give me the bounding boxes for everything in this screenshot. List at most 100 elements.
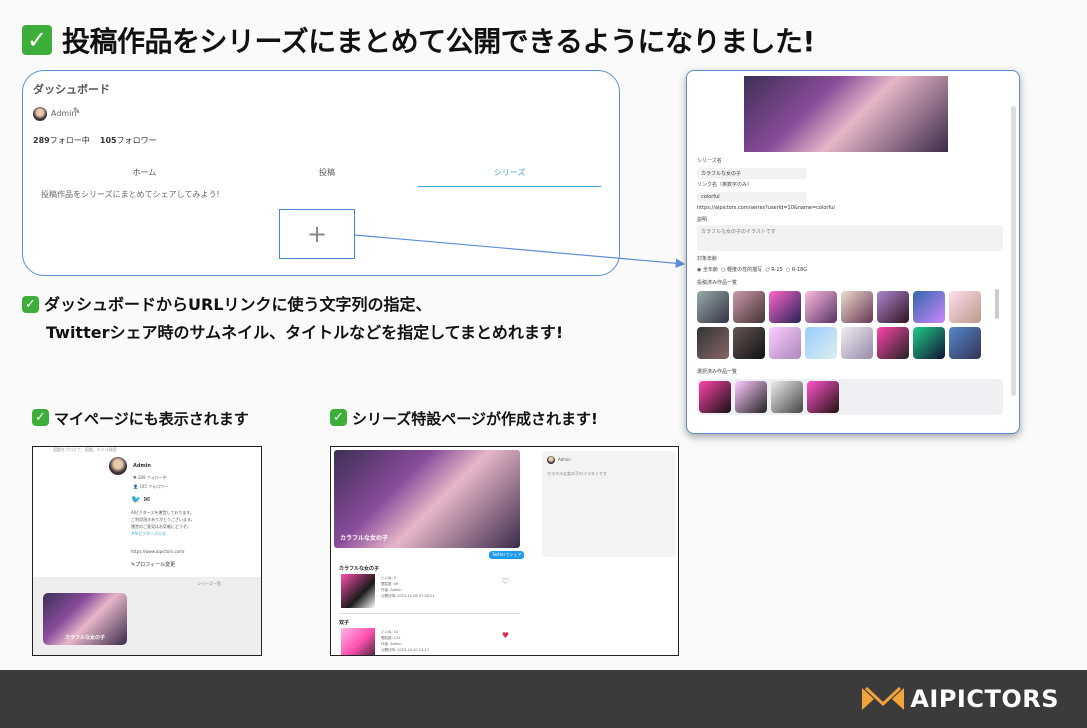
note-series-page-text: シリーズ特設ページが作成されます! [352, 410, 598, 428]
selected-works-label: 選択済み作品一覧 [697, 369, 738, 375]
dashboard-panel: ダッシュボード Admin ✎ 289フォロー中 105フォロワー ホーム 投稿… [22, 70, 620, 276]
tab-series[interactable]: シリーズ [418, 167, 602, 187]
tab-posts[interactable]: 投稿 [236, 167, 419, 187]
description-input[interactable]: カラフルな女の子のイラストです [697, 225, 1003, 251]
note-dashboard-line1: ダッシュボードからURLリンクに使う文字列の指定、 [44, 295, 432, 314]
selected-work-thumbnail[interactable] [807, 381, 839, 413]
series-editor-window: シリーズ名 カラフルな女の子 リンク名（英数字のみ） colorful http… [686, 70, 1020, 434]
mypage-stat-following: ♥ 289 フォロー中 [133, 475, 167, 480]
works-list-label: 投稿済み作品一覧 [697, 280, 738, 286]
work-thumbnail[interactable] [733, 327, 765, 359]
profile-edit-button[interactable]: ✎プロフィール変更 [131, 561, 175, 568]
work-thumbnail[interactable] [769, 327, 801, 359]
mypage-username: Admin [133, 463, 151, 469]
sidebar-username[interactable]: Admin [558, 457, 571, 462]
works-scrollbar[interactable] [995, 289, 999, 319]
works-grid [697, 291, 985, 359]
mypage-stat-followers: 👤 105 フォロワー [133, 484, 169, 489]
selected-works [697, 379, 1003, 415]
following-count: 289 [33, 136, 50, 145]
twitter-icon[interactable]: 🐦 [131, 495, 141, 504]
work-thumbnail[interactable] [697, 327, 729, 359]
work-thumbnail[interactable] [769, 291, 801, 323]
radio-mild[interactable]: ○ 軽度の性的描写 [721, 267, 762, 273]
aipictors-logo: AIPICTORS [860, 684, 1059, 714]
work-thumbnail[interactable] [913, 327, 945, 359]
note-mypage: マイページにも表示されます [32, 408, 249, 429]
selected-work-thumbnail[interactable] [699, 381, 731, 413]
series-sidebar: Admin カラフルな女の子のイラストです [542, 451, 676, 557]
work-thumbnail[interactable] [949, 327, 981, 359]
radio-r18g[interactable]: ○ R-18G [786, 267, 807, 273]
followers-count: 105 [99, 136, 117, 145]
twitter-share-button[interactable]: Twitterでシェア [489, 551, 525, 559]
page-title-text: 投稿作品をシリーズにまとめて公開できるようになりました! [62, 25, 815, 58]
work-thumbnail[interactable] [877, 291, 909, 323]
work-thumbnail[interactable] [949, 291, 981, 323]
checkmark-icon [32, 409, 49, 426]
logo-text: AIPICTORS [910, 685, 1059, 713]
series-thumbnail[interactable] [744, 76, 948, 152]
mypage-preview: 図鑑をブログで、図鑑、ホテル検索 Admin ♥ 289 フォロー中 👤 105… [32, 446, 262, 656]
mypage-url[interactable]: https://www.aipictors.com/ [131, 549, 184, 554]
tab-home[interactable]: ホーム [53, 167, 236, 187]
note-series-page: シリーズ特設ページが作成されます! [330, 408, 598, 429]
series-name-input[interactable]: カラフルな女の子 [697, 168, 807, 179]
series-hint: 投稿作品をシリーズにまとめてシェアしてみよう! [41, 190, 220, 199]
list-item[interactable]: カラフルな女の子 いいね: 4 閲覧数: 49 作者: Admin 公開日時: … [339, 565, 519, 611]
divider [339, 613, 519, 614]
selected-work-thumbnail[interactable] [735, 381, 767, 413]
selected-work-thumbnail[interactable] [771, 381, 803, 413]
work-thumbnail[interactable] [913, 291, 945, 323]
work-thumbnail[interactable] [697, 291, 729, 323]
age-radio-group: ◉ 全年齢 ○ 軽度の性的描写 ○ R-15 ○ R-18G [697, 266, 807, 273]
note-dashboard-line2: Twitterシェア時のサムネイル、タイトルなどを指定してまとめれます! [46, 323, 564, 342]
series-page-preview: カラフルな女の子 Twitterでシェア Admin カラフルな女の子のイラスト… [330, 446, 679, 656]
sidebar-description: カラフルな女の子のイラストです [547, 471, 607, 476]
avatar[interactable] [33, 107, 47, 121]
dashboard-title: ダッシュボード [33, 83, 110, 96]
follow-stats: 289フォロー中 105フォロワー [33, 135, 157, 146]
work-thumbnail[interactable] [805, 291, 837, 323]
heart-outline-icon[interactable]: ♡ [502, 577, 509, 586]
work-thumbnail[interactable] [877, 327, 909, 359]
work-thumbnail[interactable] [341, 628, 375, 655]
logo-mark-icon [862, 686, 905, 710]
series-name-label: シリーズ名 [697, 158, 722, 164]
note-dashboard: ダッシュボードからURLリンクに使う文字列の指定、 Twitterシェア時のサム… [22, 291, 563, 347]
checkmark-icon [330, 409, 347, 426]
radio-all-ages[interactable]: ◉ 全年齢 [697, 267, 718, 273]
radio-r15[interactable]: ○ R-15 [765, 267, 782, 273]
avatar[interactable] [547, 456, 555, 464]
series-list-label: シリーズ一覧 [197, 581, 221, 586]
list-item[interactable]: 双子 いいね: 10 閲覧数: 122 作者: Admin 公開日時: 2023… [339, 619, 519, 655]
sns-links: 🐦 ✉ [131, 495, 150, 504]
dashboard-tabs: ホーム 投稿 シリーズ [53, 167, 602, 187]
checkmark-icon [22, 296, 39, 313]
link-name-input[interactable]: colorful [697, 192, 807, 202]
window-scrollbar[interactable] [1011, 106, 1016, 396]
work-thumbnail[interactable] [841, 291, 873, 323]
heart-filled-icon[interactable]: ♥ [502, 631, 509, 640]
note-mypage-text: マイページにも表示されます [54, 410, 249, 428]
followers-label[interactable]: フォロワー [117, 136, 157, 145]
mypage-bio: AIピクターズを運営しております。 ご利用頂きありがとうございます。 運営のご意… [131, 510, 195, 536]
work-thumbnail[interactable] [341, 574, 375, 608]
mypage-top-text: 図鑑をブログで、図鑑、ホテル検索 [53, 447, 117, 452]
link-name-label: リンク名（英数字のみ） [697, 182, 753, 188]
following-label[interactable]: フォロー中 [50, 136, 90, 145]
series-card[interactable]: カラフルな女の子 [43, 593, 127, 645]
series-hero-image: カラフルな女の子 [334, 450, 520, 548]
description-label: 説明 [697, 217, 708, 223]
mail-icon[interactable]: ✉ [144, 495, 151, 504]
page-title: 投稿作品をシリーズにまとめて公開できるようになりました! [22, 20, 815, 60]
avatar[interactable] [109, 457, 127, 475]
series-url: https://aipictors.com/series?userId=10&n… [697, 205, 835, 211]
add-series-button[interactable]: + [279, 209, 355, 259]
work-thumbnail[interactable] [733, 291, 765, 323]
work-thumbnail[interactable] [841, 327, 873, 359]
work-thumbnail[interactable] [805, 327, 837, 359]
age-label: 対象年齢 [697, 256, 718, 262]
checkmark-icon [22, 25, 52, 55]
pencil-icon[interactable]: ✎ [73, 107, 81, 117]
